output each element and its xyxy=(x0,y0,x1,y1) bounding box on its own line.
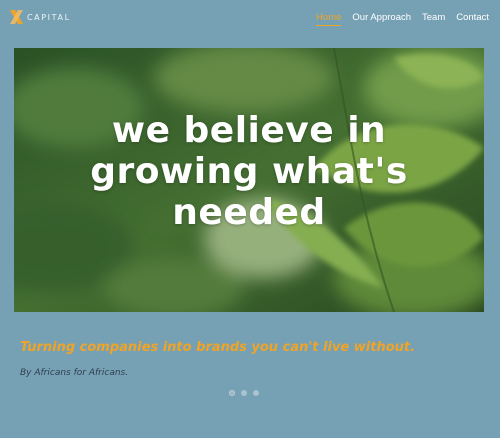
nav-team[interactable]: Team xyxy=(422,11,445,26)
hero-line: needed xyxy=(172,192,326,233)
hero-headline: we believe in growing what's needed xyxy=(14,110,484,233)
main-nav: Home Our Approach Team Contact xyxy=(316,11,489,26)
brand-name: CAPITAL xyxy=(27,12,71,22)
carousel-dot-2[interactable] xyxy=(241,390,247,396)
logo[interactable]: CAPITAL xyxy=(9,9,71,25)
hero-line: we believe in xyxy=(111,110,387,151)
site-header: CAPITAL Home Our Approach Team Contact xyxy=(0,0,500,36)
subline: By Africans for Africans. xyxy=(20,368,129,378)
carousel-dots xyxy=(229,390,259,396)
hero-banner: we believe in growing what's needed xyxy=(14,48,484,312)
x-logo-icon xyxy=(10,10,23,24)
carousel-dot-1[interactable] xyxy=(229,390,235,396)
nav-our-approach[interactable]: Our Approach xyxy=(352,11,411,26)
carousel-dot-3[interactable] xyxy=(253,390,259,396)
nav-contact[interactable]: Contact xyxy=(456,11,489,26)
nav-home[interactable]: Home xyxy=(316,11,342,26)
hero-line: growing what's xyxy=(90,151,408,192)
tagline: Turning companies into brands you can't … xyxy=(20,340,416,355)
